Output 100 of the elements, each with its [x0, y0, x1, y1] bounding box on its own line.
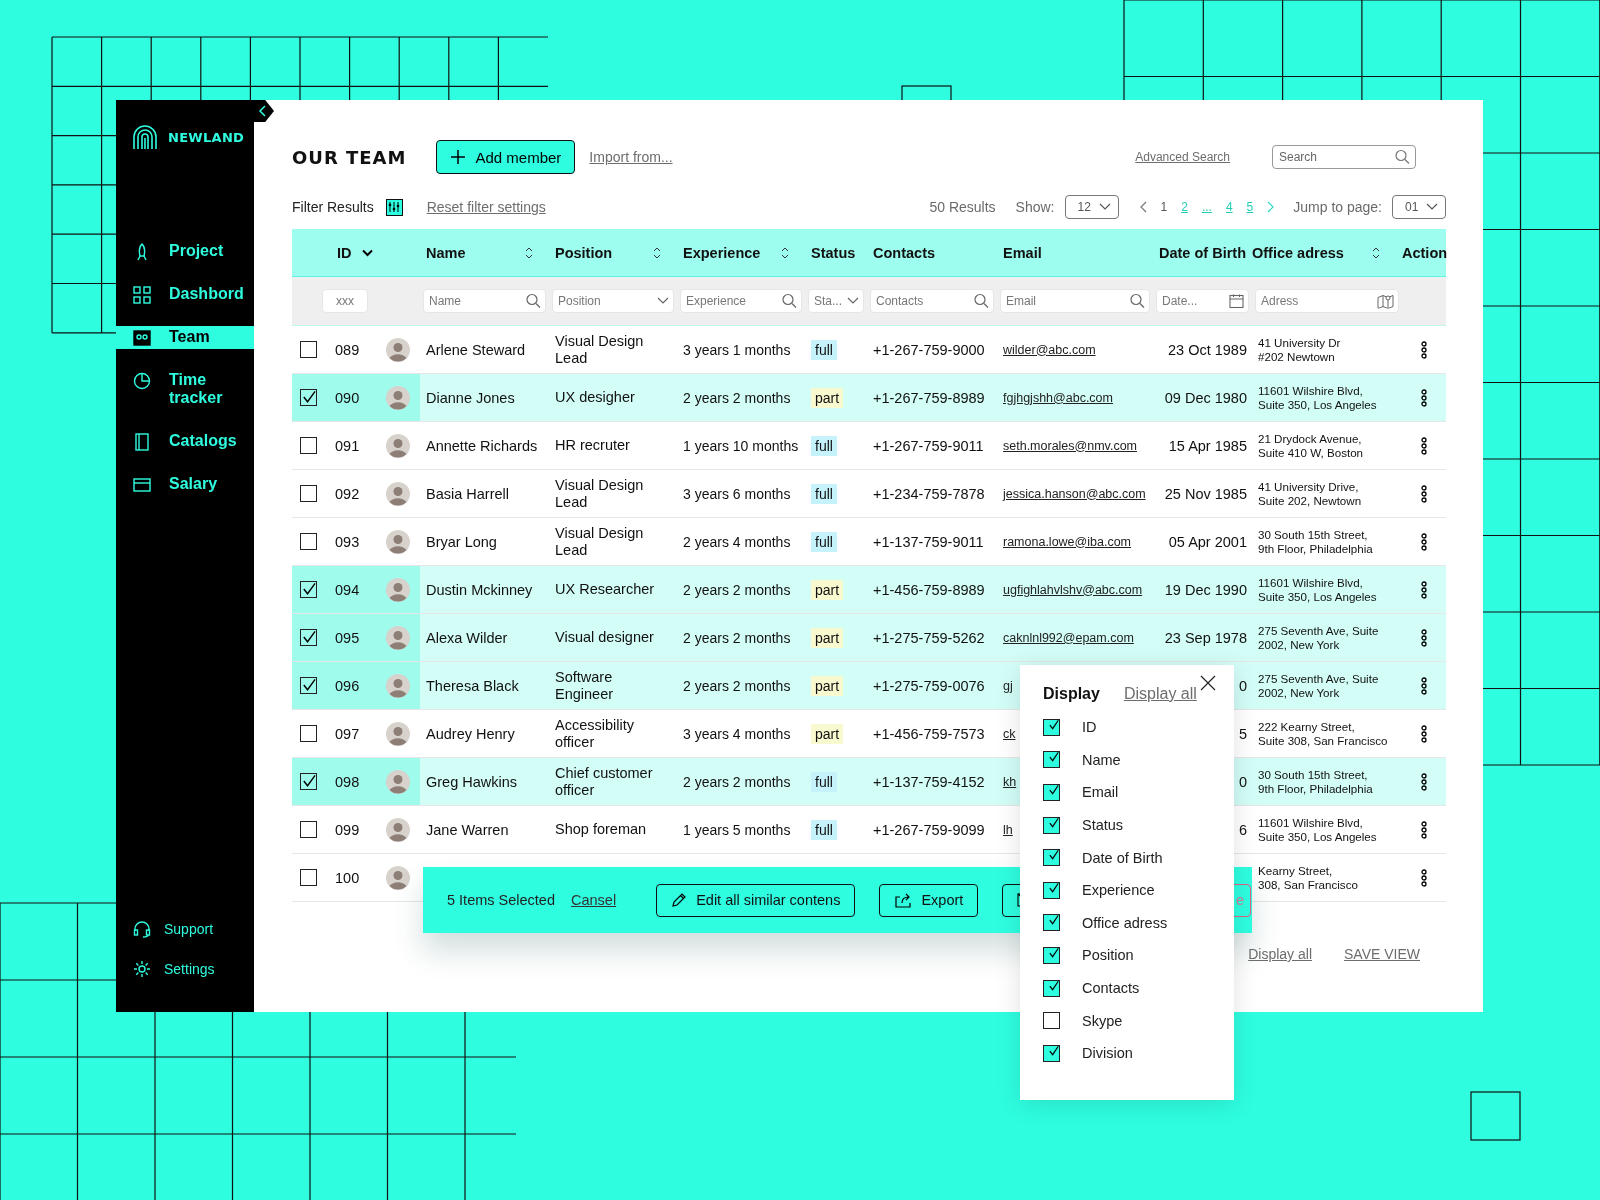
column-toggle[interactable]: Office adress — [1043, 906, 1234, 940]
nav-item[interactable]: Catalogs — [116, 419, 254, 463]
close-icon[interactable] — [1200, 675, 1216, 691]
row-checkbox[interactable] — [300, 629, 317, 646]
column-header[interactable]: Office adress — [1252, 244, 1344, 261]
filter-field[interactable]: Experience — [680, 289, 802, 313]
row-checkbox[interactable] — [300, 437, 317, 454]
column-header[interactable]: Position — [555, 244, 613, 261]
column-header[interactable]: Action — [1402, 244, 1448, 261]
email-link[interactable]: fgjhgjshh@abc.com — [1003, 390, 1113, 405]
more-options-icon[interactable] — [1421, 628, 1427, 647]
column-toggle[interactable]: Skype — [1043, 1004, 1234, 1037]
sort-icon[interactable] — [525, 245, 533, 260]
import-link[interactable]: Import from... — [589, 149, 673, 165]
filter-field[interactable]: Sta... — [808, 289, 864, 313]
sidebar-link[interactable]: Support — [116, 920, 254, 938]
sort-icon[interactable] — [1372, 245, 1380, 260]
save-view-link[interactable]: SAVE VIEW — [1344, 946, 1420, 962]
previous-page-button[interactable] — [1138, 201, 1147, 213]
sort-icon[interactable] — [653, 245, 661, 260]
row-checkbox[interactable] — [300, 389, 317, 406]
column-header[interactable]: Contacts — [873, 244, 936, 261]
column-toggle[interactable]: Experience — [1043, 873, 1234, 907]
filter-field[interactable]: Position — [552, 289, 674, 313]
checkbox[interactable] — [1043, 718, 1060, 736]
more-options-icon[interactable] — [1421, 772, 1427, 791]
filter-field[interactable]: Name — [423, 289, 546, 313]
checkbox[interactable] — [1043, 849, 1060, 867]
checkbox[interactable] — [1043, 784, 1060, 801]
more-options-icon[interactable] — [1421, 676, 1427, 695]
filter-field[interactable]: Adress — [1255, 289, 1399, 313]
filter-field[interactable]: xxx — [322, 289, 368, 313]
email-link[interactable]: kh — [1003, 774, 1017, 789]
row-checkbox[interactable] — [300, 581, 317, 598]
column-header[interactable]: Name — [426, 244, 466, 261]
checkbox[interactable] — [1043, 979, 1060, 997]
row-checkbox[interactable] — [300, 485, 317, 502]
column-header[interactable]: Experience — [683, 244, 761, 261]
checkbox[interactable] — [1043, 914, 1060, 932]
more-options-icon[interactable] — [1421, 532, 1427, 551]
export-button[interactable]: Export — [879, 883, 979, 917]
nav-item[interactable]: Dashbord — [116, 273, 254, 316]
nav-item[interactable]: Project — [116, 230, 254, 273]
sidebar-link[interactable]: Settings — [116, 960, 254, 978]
row-checkbox[interactable] — [300, 821, 317, 838]
email-link[interactable]: wilder@abc.com — [1003, 342, 1096, 357]
add-member-button[interactable]: Add member — [436, 140, 576, 174]
email-link[interactable]: jessica.hanson@abc.com — [1003, 486, 1146, 501]
filter-settings-button[interactable] — [385, 198, 403, 216]
reset-filter-link[interactable]: Reset filter settings — [426, 199, 546, 215]
column-header[interactable]: Date of Birth — [1159, 244, 1246, 261]
column-header[interactable]: Email — [1003, 244, 1042, 261]
email-link[interactable]: gj — [1003, 678, 1013, 693]
email-link[interactable]: ugfighlahvlshv@abc.com — [1003, 582, 1143, 597]
page-link[interactable]: 1 — [1160, 200, 1168, 214]
checkbox[interactable] — [1043, 1044, 1060, 1062]
filter-field[interactable]: Date... — [1156, 289, 1249, 313]
column-toggle[interactable]: Contacts — [1043, 971, 1234, 1005]
column-header[interactable]: Status — [811, 244, 856, 261]
more-options-icon[interactable] — [1421, 868, 1427, 887]
cancel-link[interactable]: Cansel — [571, 892, 617, 908]
more-options-icon[interactable] — [1421, 484, 1427, 503]
checkbox[interactable] — [1043, 751, 1060, 769]
page-size-select[interactable]: 12 — [1064, 195, 1119, 219]
edit-button[interactable]: Edit all similar contens — [656, 883, 856, 917]
checkbox[interactable] — [1043, 946, 1060, 964]
filter-field[interactable]: Email — [1000, 289, 1150, 313]
column-toggle[interactable]: ID — [1043, 711, 1234, 744]
row-checkbox[interactable] — [300, 725, 317, 742]
more-options-icon[interactable] — [1421, 436, 1427, 455]
row-checkbox[interactable] — [300, 773, 317, 790]
checkbox[interactable] — [1043, 881, 1060, 899]
email-link[interactable]: ck — [1003, 726, 1016, 741]
more-options-icon[interactable] — [1421, 820, 1427, 839]
jump-to-page-select[interactable]: 01 — [1392, 195, 1446, 219]
column-toggle[interactable]: Status — [1043, 808, 1234, 842]
more-options-icon[interactable] — [1421, 340, 1427, 359]
email-link[interactable]: lh — [1003, 822, 1013, 837]
column-toggle[interactable]: Position — [1043, 939, 1234, 972]
column-toggle[interactable]: Email — [1043, 776, 1234, 809]
row-checkbox[interactable] — [300, 677, 317, 694]
sort-icon[interactable] — [781, 245, 789, 260]
column-toggle[interactable]: Division — [1043, 1036, 1234, 1070]
row-checkbox[interactable] — [300, 533, 317, 550]
search-field[interactable]: Search — [1272, 145, 1416, 169]
email-link[interactable]: ramona.lowe@iba.com — [1003, 534, 1132, 549]
row-checkbox[interactable] — [300, 341, 317, 358]
more-options-icon[interactable] — [1421, 724, 1427, 743]
more-options-icon[interactable] — [1421, 388, 1427, 407]
filter-field[interactable]: Contacts — [870, 289, 994, 313]
checkbox[interactable] — [1043, 816, 1060, 834]
display-all-link[interactable]: Display all — [1123, 685, 1197, 703]
checkbox[interactable] — [1043, 1012, 1060, 1030]
email-link[interactable]: caknlnl992@epam.com — [1003, 630, 1134, 645]
nav-item[interactable]: Team — [116, 326, 254, 349]
advanced-search-link[interactable]: Advanced Search — [1135, 150, 1230, 164]
email-link[interactable]: seth.morales@nmv.com — [1003, 438, 1138, 453]
row-checkbox[interactable] — [300, 869, 317, 886]
column-header[interactable]: ID — [337, 244, 352, 261]
more-options-icon[interactable] — [1421, 580, 1427, 599]
